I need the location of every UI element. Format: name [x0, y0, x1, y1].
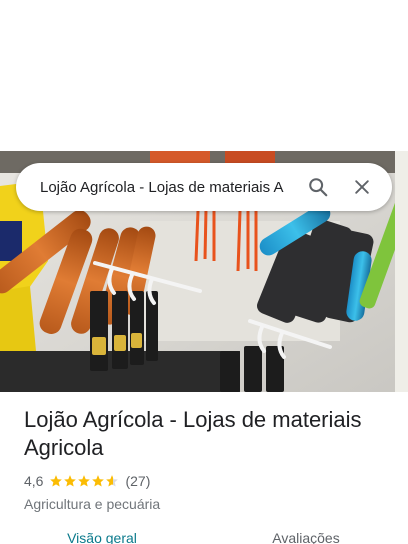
place-title: Lojão Agrícola - Lojas de materiais Agri…	[24, 407, 362, 460]
place-category: Agricultura e pecuária	[24, 496, 161, 512]
clear-search-button[interactable]	[344, 169, 380, 205]
star-rating	[49, 474, 119, 488]
star-icon	[64, 475, 77, 487]
place-info: Lojão Agrícola - Lojas de materiais Agri…	[24, 406, 394, 512]
tab-overview[interactable]: Visão geral	[0, 528, 204, 544]
search-input[interactable]: Lojão Agrícola - Lojas de materiais A	[40, 179, 300, 196]
place-tabs: Visão geral Avaliações	[0, 528, 408, 544]
star-icon	[50, 475, 63, 487]
rating-row[interactable]: 4,6 (27)	[24, 472, 394, 490]
star-icon	[92, 475, 105, 487]
search-bar[interactable]: Lojão Agrícola - Lojas de materiais A	[16, 163, 392, 211]
review-count[interactable]: (27)	[125, 473, 150, 489]
tab-reviews[interactable]: Avaliações	[204, 528, 408, 544]
star-icon	[78, 475, 91, 487]
half-star-icon	[106, 475, 119, 487]
search-button[interactable]	[300, 169, 336, 205]
search-icon	[309, 178, 328, 197]
rating-value: 4,6	[24, 473, 44, 489]
close-icon	[355, 180, 369, 194]
